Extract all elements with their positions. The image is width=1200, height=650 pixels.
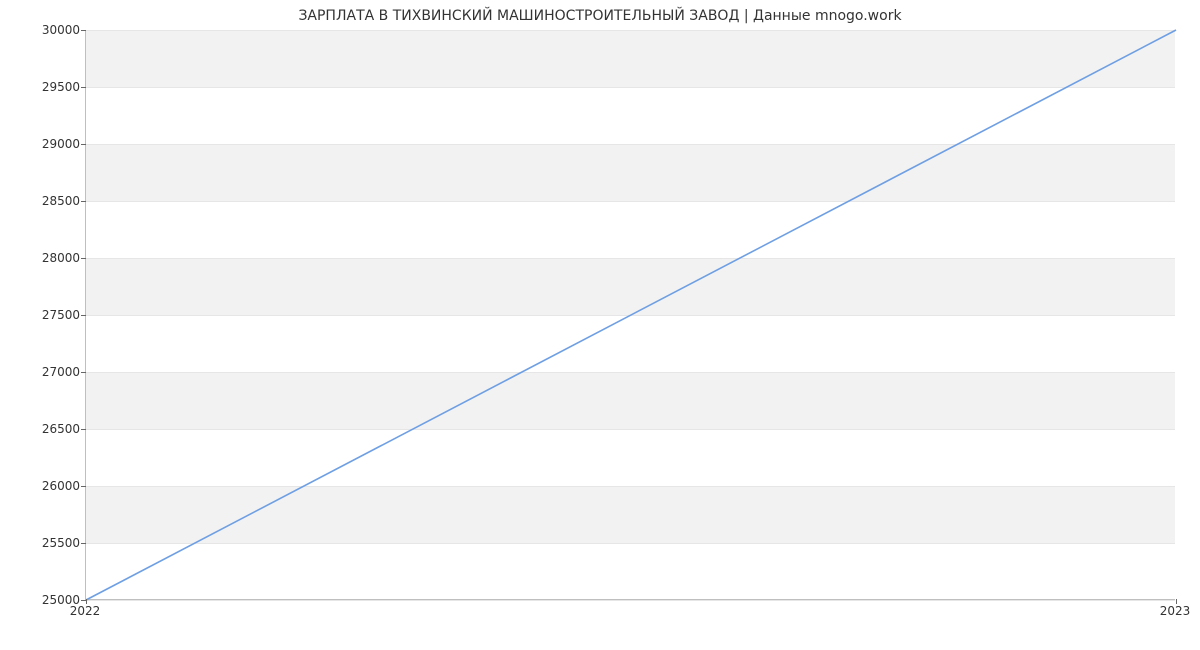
plot-area [85,30,1175,600]
gridline-y [86,600,1175,601]
ytick-label: 28000 [10,251,80,265]
ytick-mark [81,429,86,430]
chart-container: ЗАРПЛАТА В ТИХВИНСКИЙ МАШИНОСТРОИТЕЛЬНЫЙ… [0,0,1200,650]
ytick-label: 29000 [10,137,80,151]
ytick-label: 29500 [10,80,80,94]
xtick-label: 2022 [70,604,101,618]
ytick-label: 26500 [10,422,80,436]
chart-title: ЗАРПЛАТА В ТИХВИНСКИЙ МАШИНОСТРОИТЕЛЬНЫЙ… [0,8,1200,24]
ytick-mark [81,144,86,145]
ytick-mark [81,258,86,259]
ytick-mark [81,543,86,544]
line-series [86,30,1175,599]
series-line [86,30,1176,600]
ytick-label: 25500 [10,536,80,550]
ytick-mark [81,486,86,487]
ytick-mark [81,372,86,373]
ytick-label: 26000 [10,479,80,493]
ytick-label: 27500 [10,308,80,322]
ytick-mark [81,30,86,31]
ytick-label: 28500 [10,194,80,208]
xtick-label: 2023 [1160,604,1191,618]
ytick-label: 30000 [10,23,80,37]
ytick-mark [81,201,86,202]
ytick-mark [81,87,86,88]
ytick-mark [81,315,86,316]
ytick-label: 27000 [10,365,80,379]
